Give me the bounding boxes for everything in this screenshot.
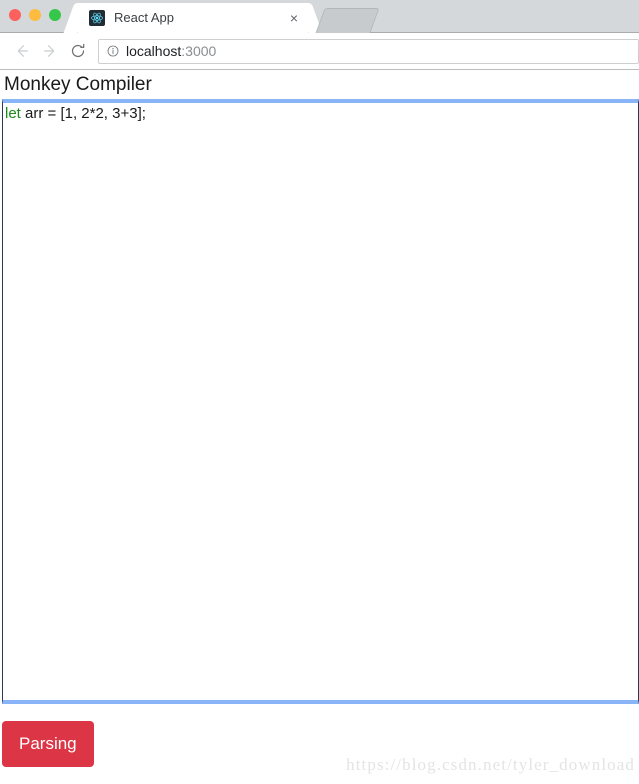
page-title: Monkey Compiler xyxy=(4,74,152,95)
page-content: Monkey Compiler let arr = [1, 2*2, 3+3];… xyxy=(0,70,639,783)
reload-button[interactable] xyxy=(64,37,92,65)
code-line[interactable]: let arr = [1, 2*2, 3+3]; xyxy=(3,103,638,123)
info-circle-icon[interactable] xyxy=(105,44,120,59)
new-tab-placeholder[interactable] xyxy=(315,8,380,33)
minimize-window-button[interactable] xyxy=(29,9,41,21)
browser-chrome: React App × localhost:3000 xyxy=(0,0,639,70)
window-controls xyxy=(9,9,61,21)
tab-title: React App xyxy=(114,10,174,25)
url-text: localhost:3000 xyxy=(126,43,216,59)
address-bar[interactable]: localhost:3000 xyxy=(98,38,639,64)
forward-arrow-icon xyxy=(41,42,59,60)
tab-strip: React App × xyxy=(0,0,639,33)
browser-tab-react-app[interactable]: React App × xyxy=(78,3,308,33)
reload-icon xyxy=(69,42,87,60)
watermark: https://blog.csdn.net/tyler_download xyxy=(346,755,635,774)
react-logo-icon xyxy=(89,10,105,26)
code-token-keyword: let xyxy=(5,105,21,122)
browser-toolbar: localhost:3000 xyxy=(0,33,639,70)
close-window-button[interactable] xyxy=(9,9,21,21)
forward-button[interactable] xyxy=(36,37,64,65)
code-editor[interactable]: let arr = [1, 2*2, 3+3]; xyxy=(2,99,639,704)
back-arrow-icon xyxy=(13,42,31,60)
url-host: localhost xyxy=(126,43,182,59)
url-port: :3000 xyxy=(181,43,217,59)
parsing-button[interactable]: Parsing xyxy=(2,721,94,767)
code-token-plain: arr = [1, 2*2, 3+3]; xyxy=(20,105,146,122)
back-button[interactable] xyxy=(8,37,36,65)
maximize-window-button[interactable] xyxy=(49,9,61,21)
close-tab-icon[interactable]: × xyxy=(286,10,302,26)
